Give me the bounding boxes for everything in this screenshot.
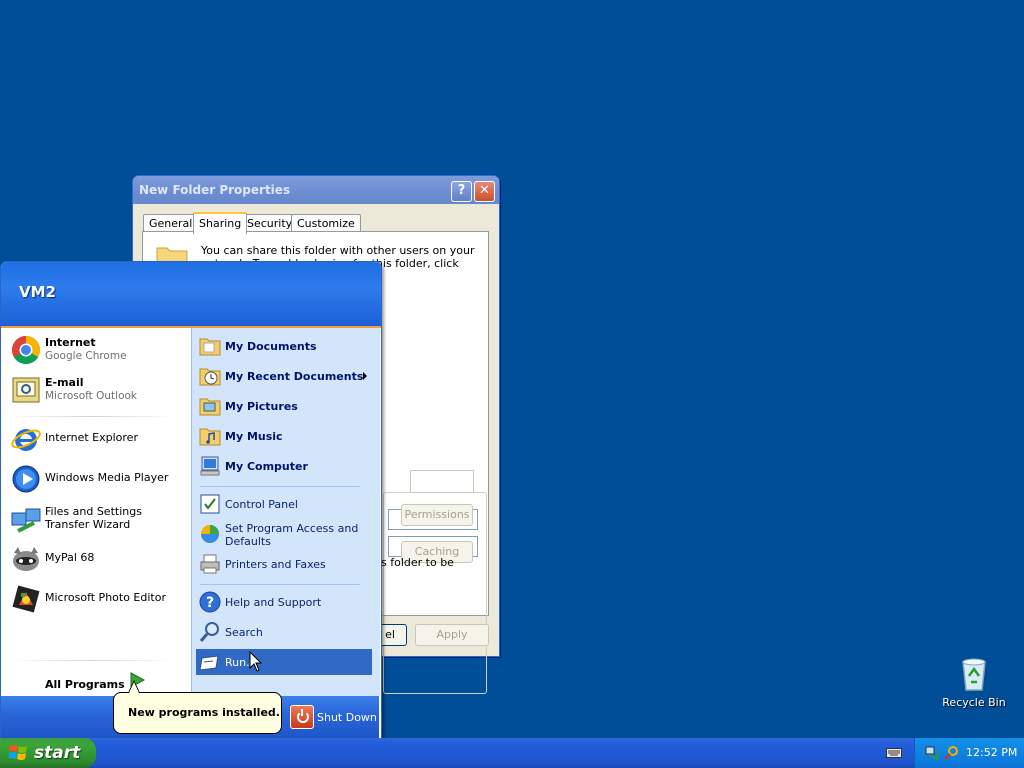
- tool-help-support-label: Help and Support: [225, 596, 322, 609]
- folder-icon: [199, 338, 221, 356]
- setting-printers-faxes[interactable]: Printers and Faxes: [196, 551, 372, 577]
- user-limit-spinner[interactable]: [410, 470, 474, 493]
- shut-down-label: Shut Down: [317, 711, 377, 724]
- photo-editor-icon: [12, 585, 40, 613]
- search-tray-icon[interactable]: [943, 745, 959, 761]
- tab-customize[interactable]: Customize: [291, 214, 361, 232]
- svg-text:?: ?: [206, 595, 214, 611]
- windows-logo-icon: [9, 745, 27, 760]
- keyboard-icon[interactable]: [886, 748, 902, 758]
- mypal-icon: [13, 547, 39, 571]
- run-icon: [199, 655, 219, 671]
- dialog-titlebar[interactable]: New Folder Properties ? ✕: [133, 176, 499, 204]
- recent-photo-editor[interactable]: Microsoft Photo Editor: [8, 581, 184, 617]
- new-programs-balloon[interactable]: New programs installed.: [113, 692, 282, 734]
- network-icon[interactable]: [925, 745, 941, 761]
- pinned-email-subtitle: Microsoft Outlook: [45, 390, 138, 402]
- recent-wmp-label: Windows Media Player: [45, 471, 169, 484]
- place-my-pictures-label: My Pictures: [225, 400, 298, 413]
- submenu-arrow-icon: [363, 372, 367, 380]
- places-separator: [200, 486, 360, 487]
- recent-photo-editor-label: Microsoft Photo Editor: [45, 591, 166, 604]
- dialog-title: New Folder Properties: [139, 183, 291, 197]
- close-button[interactable]: ✕: [474, 181, 495, 202]
- setting-control-panel[interactable]: Control Panel: [196, 491, 372, 517]
- internet-explorer-icon: [11, 429, 41, 451]
- all-programs-separator: [10, 660, 175, 661]
- place-my-computer-label: My Computer: [225, 460, 308, 473]
- setting-printers-faxes-label: Printers and Faxes: [225, 558, 326, 571]
- power-icon: [290, 705, 314, 729]
- pinned-email[interactable]: E-mail Microsoft Outlook: [8, 372, 184, 408]
- settings-separator: [200, 584, 360, 585]
- setting-program-access[interactable]: Set Program Access and Defaults: [196, 521, 372, 548]
- recent-ie-label: Internet Explorer: [45, 431, 138, 444]
- folder-icon: [199, 428, 221, 446]
- recent-mypal[interactable]: MyPal 68: [8, 541, 184, 577]
- taskbar: start 12:52 PM: [0, 738, 1024, 768]
- recent-mypal-label: MyPal 68: [45, 551, 95, 564]
- outlook-icon: [12, 377, 40, 403]
- system-tray: 12:52 PM: [914, 738, 1024, 768]
- permissions-button[interactable]: Permissions: [401, 504, 473, 526]
- transfer-wizard-icon: [11, 508, 41, 533]
- pinned-internet[interactable]: Internet Google Chrome: [8, 332, 184, 368]
- recycle-bin-icon: [962, 658, 986, 691]
- place-my-recent-documents-label: My Recent Documents: [225, 370, 364, 383]
- tab-sharing[interactable]: Sharing: [193, 212, 248, 234]
- help-icon: ?: [199, 591, 221, 613]
- place-my-music-label: My Music: [225, 430, 283, 443]
- folder-icon: [199, 398, 221, 416]
- user-name: VM2: [19, 283, 56, 301]
- setting-control-panel-label: Control Panel: [225, 498, 298, 511]
- place-my-music[interactable]: My Music: [196, 423, 372, 449]
- tab-security[interactable]: Security: [241, 214, 299, 232]
- tool-search-label: Search: [225, 626, 263, 639]
- recent-windows-media-player[interactable]: Windows Media Player: [8, 461, 184, 497]
- balloon-tail-fill: [129, 682, 139, 693]
- start-menu-header: VM2: [1, 262, 381, 328]
- pinned-internet-subtitle: Google Chrome: [45, 350, 127, 362]
- place-my-documents-label: My Documents: [225, 340, 317, 353]
- start-label: start: [34, 743, 81, 763]
- start-button[interactable]: start: [0, 738, 96, 768]
- recent-transfer-wizard[interactable]: Files and Settings Transfer Wizard: [8, 501, 184, 537]
- search-icon: [199, 622, 219, 642]
- pinned-internet-title: Internet: [45, 336, 96, 349]
- media-player-icon: [12, 465, 40, 493]
- place-my-recent-documents[interactable]: My Recent Documents: [196, 363, 372, 389]
- recent-documents-icon: [199, 368, 221, 386]
- recycle-bin-label: Recycle Bin: [942, 696, 1006, 709]
- recent-internet-explorer[interactable]: Internet Explorer: [8, 421, 184, 457]
- program-access-icon: [201, 525, 219, 543]
- recent-transfer-label: Files and Settings Transfer Wizard: [45, 505, 142, 531]
- control-panel-icon: [200, 494, 220, 514]
- place-my-pictures[interactable]: My Pictures: [196, 393, 372, 419]
- tab-general[interactable]: General: [143, 214, 199, 232]
- recycle-bin-desktop-icon[interactable]: Recycle Bin: [938, 656, 1010, 709]
- pinned-email-title: E-mail: [45, 376, 84, 389]
- chrome-icon: [12, 336, 40, 364]
- tool-help-support[interactable]: ? Help and Support: [196, 589, 372, 615]
- tool-run[interactable]: Run...: [196, 649, 372, 675]
- help-button[interactable]: ?: [451, 181, 472, 202]
- balloon-text: New programs installed.: [128, 706, 280, 719]
- computer-icon: [200, 456, 220, 476]
- apply-button[interactable]: Apply: [415, 624, 489, 646]
- clock[interactable]: 12:52 PM: [966, 746, 1017, 759]
- setting-program-access-label: Set Program Access and Defaults: [225, 522, 359, 548]
- pinned-separator: [10, 416, 175, 417]
- place-my-documents[interactable]: My Documents: [196, 333, 372, 359]
- tool-search[interactable]: Search: [196, 619, 372, 645]
- printer-icon: [200, 554, 220, 574]
- mouse-cursor-icon: [249, 651, 263, 672]
- all-programs-button[interactable]: All Programs: [45, 678, 125, 691]
- sharing-note-text: s folder to be: [381, 556, 454, 569]
- place-my-computer[interactable]: My Computer: [196, 453, 372, 479]
